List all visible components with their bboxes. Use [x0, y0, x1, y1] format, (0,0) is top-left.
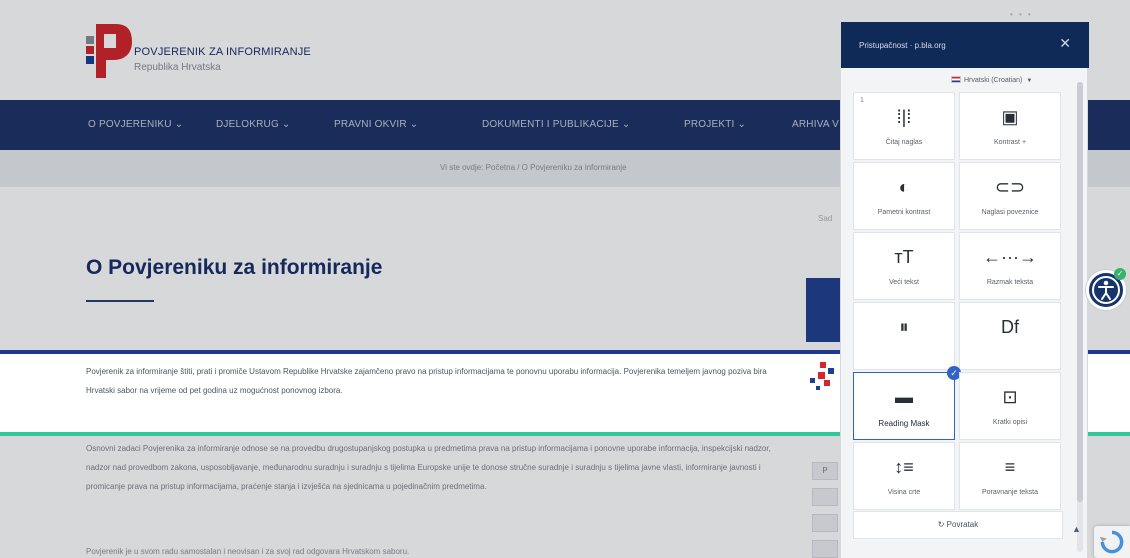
- croatia-flag-icon: [951, 76, 961, 83]
- tile-label: Reading Mask: [878, 419, 930, 428]
- monitor-icon: ▣: [1001, 107, 1019, 127]
- chevron-down-icon: ▼: [1026, 78, 1033, 84]
- align-icon: ≡: [1004, 457, 1016, 477]
- reading-mask-icon: ▬: [895, 387, 913, 407]
- reset-icon: ↻: [937, 520, 947, 529]
- tile-label: Kratki opisi: [992, 419, 1028, 426]
- dyslexia-font-icon: Df: [1001, 317, 1019, 337]
- close-icon[interactable]: ✕: [1059, 36, 1071, 50]
- accessibility-panel: Pristupačnost · p.bla.org ✕ Hrvatski (Cr…: [840, 22, 1089, 558]
- tile-text-spacing[interactable]: ←···→ Razmak teksta: [959, 232, 1061, 300]
- recaptcha-icon: [1099, 530, 1124, 554]
- tile-tooltips[interactable]: ⊡ Kratki opisi: [959, 372, 1061, 440]
- tile-bigger-text[interactable]: ᴛT Veći tekst: [853, 232, 955, 300]
- tile-reading-mask[interactable]: ▬ Reading Mask ✓: [853, 366, 961, 440]
- spacing-icon: ←···→: [983, 247, 1037, 267]
- link-icon: ⊂⊃: [994, 177, 1026, 197]
- tile-label: Čitaj naglas: [885, 139, 923, 146]
- tile-text-align[interactable]: ≡ Poravnanje teksta: [959, 442, 1061, 510]
- tile-label: Pametni kontrast: [877, 209, 931, 216]
- tile-dyslexia[interactable]: Df: [959, 302, 1061, 370]
- line-height-icon: ↕≡: [894, 457, 914, 477]
- reset-button[interactable]: ↻ Povratak: [853, 511, 1063, 539]
- tile-label: Razmak teksta: [986, 279, 1034, 286]
- language-label: Hrvatski (Croatian): [964, 77, 1023, 84]
- tile-label: Naglasi poveznice: [981, 209, 1039, 216]
- panel-scrollbar[interactable]: [1077, 82, 1083, 552]
- scroll-up-icon[interactable]: ▲: [1072, 524, 1081, 534]
- tile-read-aloud[interactable]: 1 ⁞|⁞ Čitaj naglas: [853, 92, 955, 160]
- tile-label: Veći tekst: [889, 279, 919, 286]
- language-select[interactable]: Hrvatski (Croatian) ▼: [951, 76, 1032, 84]
- pause-icon: ⏸: [899, 317, 909, 337]
- text-size-icon: ᴛT: [894, 247, 914, 267]
- tile-contrast-plus[interactable]: ▣ Kontrast +: [959, 92, 1061, 160]
- panel-header: Pristupačnost · p.bla.org ✕: [841, 22, 1089, 68]
- tile-label: Poravnanje teksta: [981, 489, 1039, 496]
- tile-pause-animations[interactable]: ⏸: [853, 302, 955, 370]
- tile-highlight-links[interactable]: ⊂⊃ Naglasi poveznice: [959, 162, 1061, 230]
- audio-wave-icon: ⁞|⁞: [896, 107, 912, 127]
- active-check-icon: ✓: [1114, 268, 1126, 280]
- decorative-squares-icon: [810, 362, 834, 390]
- recaptcha-badge[interactable]: [1094, 526, 1130, 558]
- intro-paragraph: Povjerenik za informiranje štiti, prati …: [86, 367, 767, 395]
- panel-title: Pristupačnost · p.bla.org: [859, 41, 946, 50]
- tile-label: Visina crte: [887, 489, 921, 496]
- tile-smart-contrast[interactable]: ◐ Pametni kontrast: [853, 162, 955, 230]
- tile-label: Kontrast +: [993, 139, 1027, 146]
- tile-line-height[interactable]: ↕≡ Visina crte: [853, 442, 955, 510]
- tile-number: 1: [860, 97, 864, 104]
- panel-scroll-thumb[interactable]: [1077, 82, 1083, 502]
- tooltip-icon: ⊡: [1002, 387, 1018, 407]
- reset-label: Povratak: [946, 520, 979, 529]
- contrast-icon: ◐: [898, 177, 910, 197]
